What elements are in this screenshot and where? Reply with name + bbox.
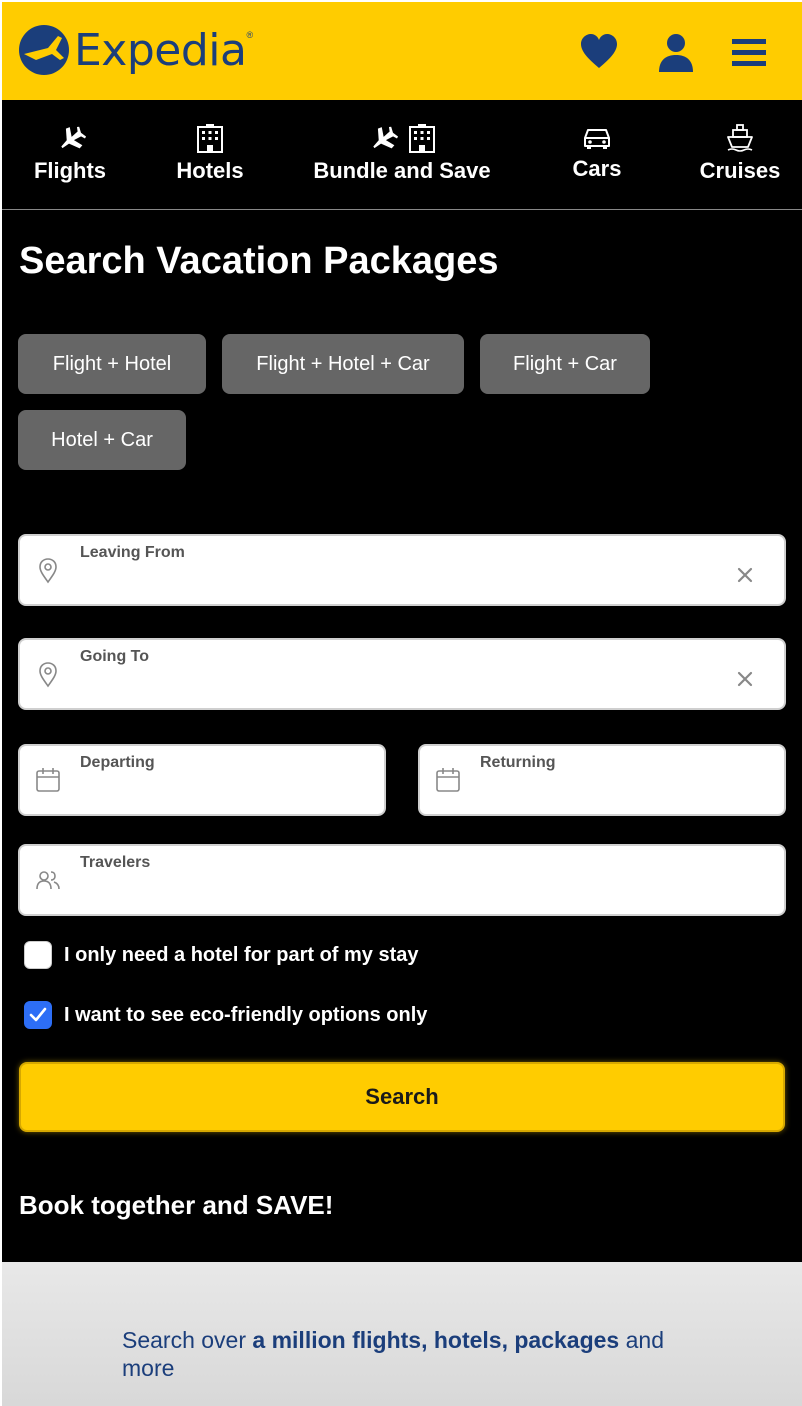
app-frame: Expedia ® Flights Hotels Bundle and Save…	[2, 2, 802, 1406]
product-nav: Flights Hotels Bundle and Save Cars Crui…	[2, 100, 802, 210]
trademark: ®	[246, 30, 254, 40]
returning-label: Returning	[480, 754, 556, 771]
chip-flight-car[interactable]: Flight + Car	[480, 334, 650, 394]
brand-name: Expedia	[74, 24, 247, 76]
travelers-label: Travelers	[80, 854, 151, 871]
search-button[interactable]: Search	[19, 1062, 785, 1132]
user-icon[interactable]	[656, 32, 696, 72]
returning-field[interactable]: Returning	[418, 744, 786, 816]
hotel-icon	[409, 124, 435, 153]
travelers-field[interactable]: Travelers	[18, 844, 786, 916]
promo-banner: Search over a million flights, hotels, p…	[2, 1262, 802, 1406]
location-pin-icon	[39, 558, 57, 584]
plane-icon	[61, 126, 86, 149]
eco-friendly-label: I want to see eco-friendly options only	[64, 1003, 428, 1026]
nav-label-cruises: Cruises	[699, 158, 781, 183]
promo-text: Search over a million flights, hotels, p…	[122, 1326, 722, 1382]
departing-label: Departing	[80, 754, 155, 771]
expedia-logo-icon	[19, 25, 69, 75]
promo-highlight: a million flights, hotels, packages	[252, 1327, 620, 1353]
car-icon	[584, 129, 610, 149]
nav-hotels[interactable]: Hotels	[142, 100, 278, 210]
chip-flight-hotel[interactable]: Flight + Hotel	[18, 334, 206, 394]
top-header: Expedia ®	[2, 2, 802, 100]
location-pin-icon	[39, 662, 57, 688]
going-to-field[interactable]: Going To	[18, 638, 786, 710]
chip-hotel-car[interactable]: Hotel + Car	[18, 410, 186, 470]
hotel-icon	[197, 124, 223, 153]
nav-cruises[interactable]: Cruises	[678, 100, 802, 210]
close-icon[interactable]	[736, 566, 754, 584]
heart-icon[interactable]	[579, 32, 619, 72]
promo-prefix: Search over	[122, 1327, 253, 1353]
travelers-icon	[36, 871, 60, 890]
page-title: Search Vacation Packages	[19, 240, 499, 282]
departing-field[interactable]: Departing	[18, 744, 386, 816]
calendar-icon	[36, 768, 60, 792]
calendar-icon	[436, 768, 460, 792]
hotel-partial-stay-label: I only need a hotel for part of my stay	[64, 943, 419, 966]
nav-cars[interactable]: Cars	[532, 100, 662, 210]
nav-label-hotels: Hotels	[176, 158, 244, 183]
close-icon[interactable]	[736, 670, 754, 688]
going-to-label: Going To	[80, 648, 150, 665]
menu-icon[interactable]	[729, 32, 769, 72]
nav-label-cars: Cars	[572, 156, 622, 181]
hotel-partial-stay-checkbox[interactable]	[24, 941, 52, 969]
nav-label-flights: Flights	[33, 158, 107, 183]
nav-bundle-and-save[interactable]: Bundle and Save	[294, 100, 510, 210]
expedia-logo[interactable]: Expedia ®	[18, 18, 253, 82]
book-together-heading: Book together and SAVE!	[19, 1190, 334, 1220]
leaving-from-field[interactable]: Leaving From	[18, 534, 786, 606]
eco-friendly-checkbox[interactable]	[24, 1001, 52, 1029]
checkmark-icon	[29, 1007, 47, 1022]
nav-label-bundle: Bundle and Save	[313, 158, 491, 183]
hotel-partial-stay-option[interactable]: I only need a hotel for part of my stay	[24, 940, 419, 970]
chip-flight-hotel-car[interactable]: Flight + Hotel + Car	[222, 334, 464, 394]
leaving-from-label: Leaving From	[80, 544, 185, 561]
ship-icon	[727, 124, 753, 152]
eco-friendly-option[interactable]: I want to see eco-friendly options only	[24, 1000, 427, 1030]
plane-icon	[373, 126, 398, 149]
nav-flights[interactable]: Flights	[2, 100, 138, 210]
